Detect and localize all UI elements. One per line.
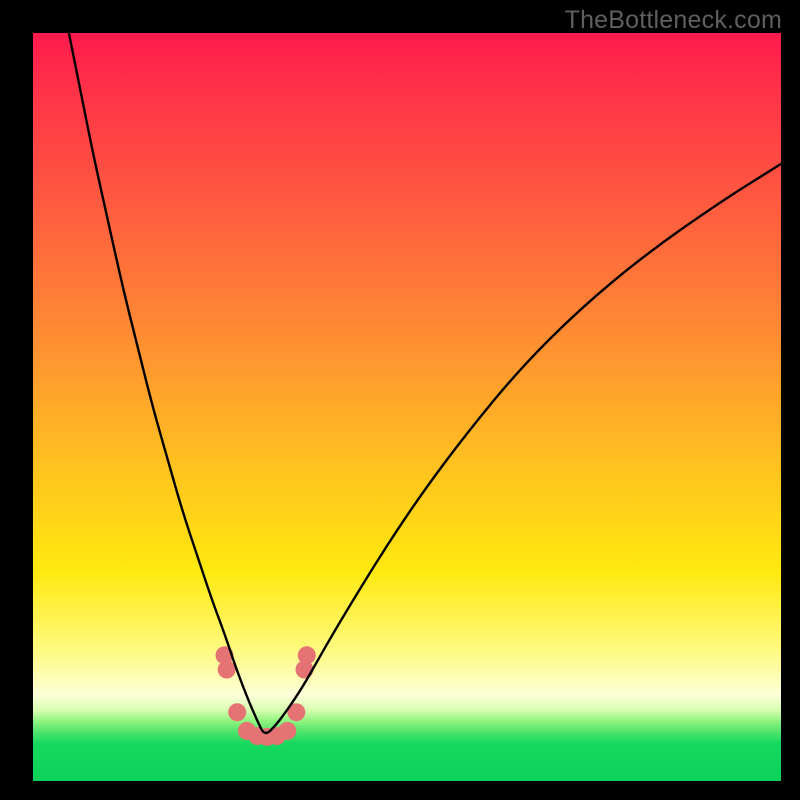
outer-frame: TheBottleneck.com [0, 0, 800, 800]
watermark-text: TheBottleneck.com [565, 6, 782, 35]
highlight-dot [278, 722, 296, 740]
chart-svg [33, 33, 781, 781]
bottleneck-curve [63, 3, 781, 733]
highlight-dot [298, 646, 316, 664]
highlight-dot [218, 661, 236, 679]
plot-area [33, 33, 781, 781]
marker-group [216, 646, 316, 746]
highlight-dot [228, 703, 246, 721]
